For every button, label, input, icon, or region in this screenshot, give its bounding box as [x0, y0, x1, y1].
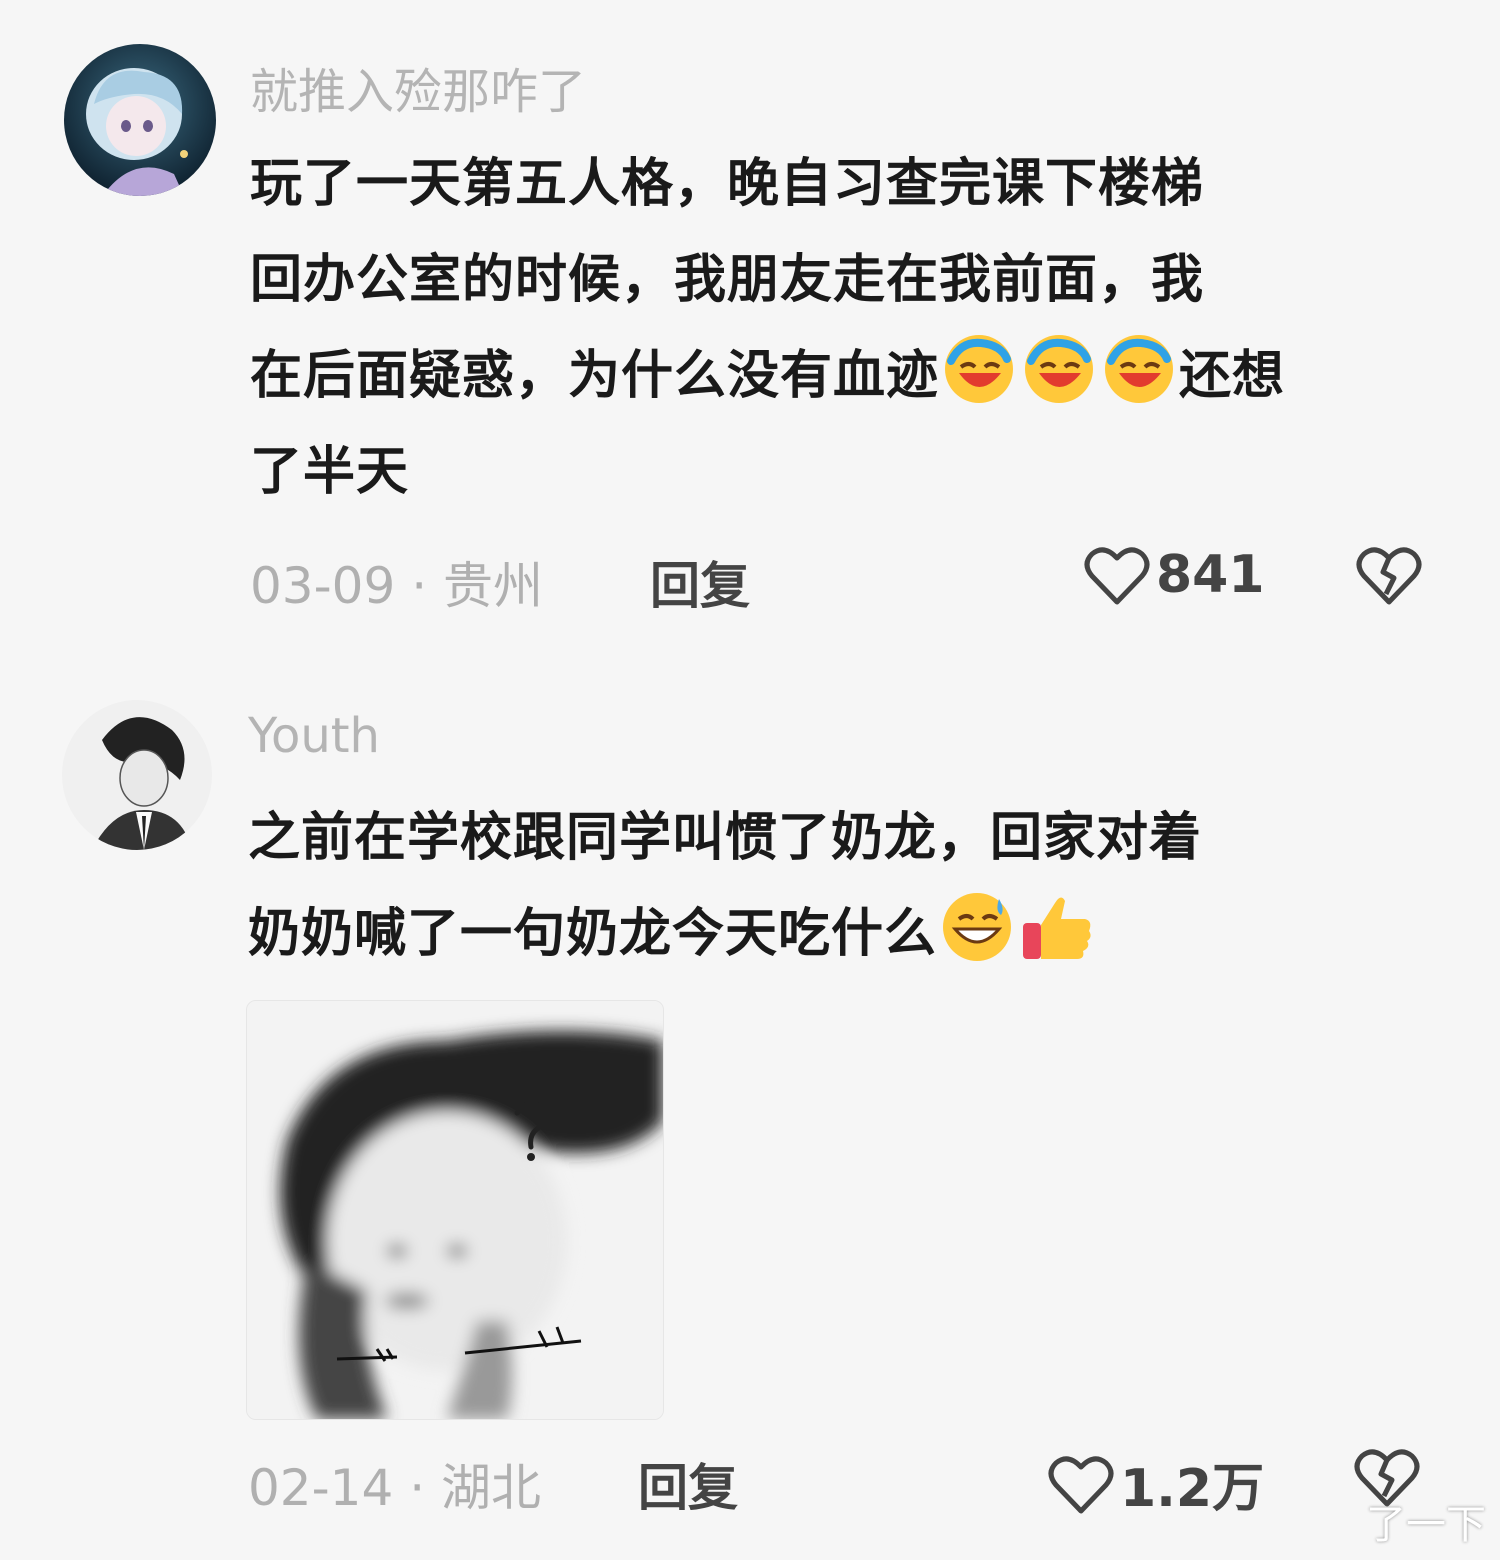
broken-heart-icon[interactable] [1356, 544, 1422, 606]
heart-icon [1084, 547, 1150, 605]
comment-line: 之前在学校跟同学叫惯了奶龙，回家对着 [248, 808, 1203, 868]
reply-button[interactable]: 回复 [638, 1448, 738, 1520]
comment-meta: 02-14 · 湖北 [248, 1448, 541, 1520]
grinning-sweat-emoji [943, 893, 1012, 961]
separator: · [395, 557, 443, 615]
comment-line: 回办公室的时候，我朋友走在我前面，我 [250, 250, 1205, 310]
like-count: 841 [1156, 545, 1265, 605]
comment-line: 了半天 [250, 442, 410, 502]
avatar[interactable] [62, 700, 212, 850]
username[interactable]: Youth [248, 708, 380, 764]
avatar[interactable] [64, 44, 216, 196]
attached-image[interactable] [246, 1000, 664, 1420]
heart-icon [1048, 1455, 1114, 1513]
comment-line-text: 还想 [1179, 346, 1286, 406]
thumbs-up-emoji [1023, 897, 1091, 959]
comment-location: 贵州 [442, 557, 543, 615]
watermark: 了一下 [1366, 1502, 1486, 1548]
comment-text: 玩了一天第五人格，晚自习查完课下楼梯 回办公室的时候，我朋友走在我前面，我 在后… [250, 136, 1285, 520]
comment-date: 03-09 [250, 557, 396, 615]
comment-line: 奶奶喊了一句奶龙今天吃什么 [248, 886, 1202, 982]
like-button[interactable]: 1.2万 [1048, 1446, 1264, 1521]
rolling-laughing-emoji [1025, 335, 1094, 403]
comment-date: 02-14 [248, 1459, 394, 1517]
comment-line: 在后面疑惑，为什么没有血迹 还想 [250, 328, 1285, 424]
comment-text: 之前在学校跟同学叫惯了奶龙，回家对着 奶奶喊了一句奶龙今天吃什么 [248, 790, 1202, 982]
comment-line-text: 在后面疑惑，为什么没有血迹 [250, 346, 940, 406]
rolling-laughing-emoji [1105, 335, 1174, 403]
username[interactable]: 就推入殓那咋了 [250, 52, 586, 122]
like-button[interactable]: 841 [1084, 544, 1265, 606]
rolling-laughing-emoji [945, 335, 1014, 403]
separator: · [393, 1459, 441, 1517]
comment-line-text: 奶奶喊了一句奶龙今天吃什么 [248, 904, 938, 964]
comment-line: 玩了一天第五人格，晚自习查完课下楼梯 [250, 154, 1205, 214]
comment-location: 湖北 [440, 1459, 541, 1517]
reply-button[interactable]: 回复 [650, 546, 750, 618]
comment-meta: 03-09 · 贵州 [250, 546, 543, 618]
like-count: 1.2万 [1120, 1459, 1265, 1519]
